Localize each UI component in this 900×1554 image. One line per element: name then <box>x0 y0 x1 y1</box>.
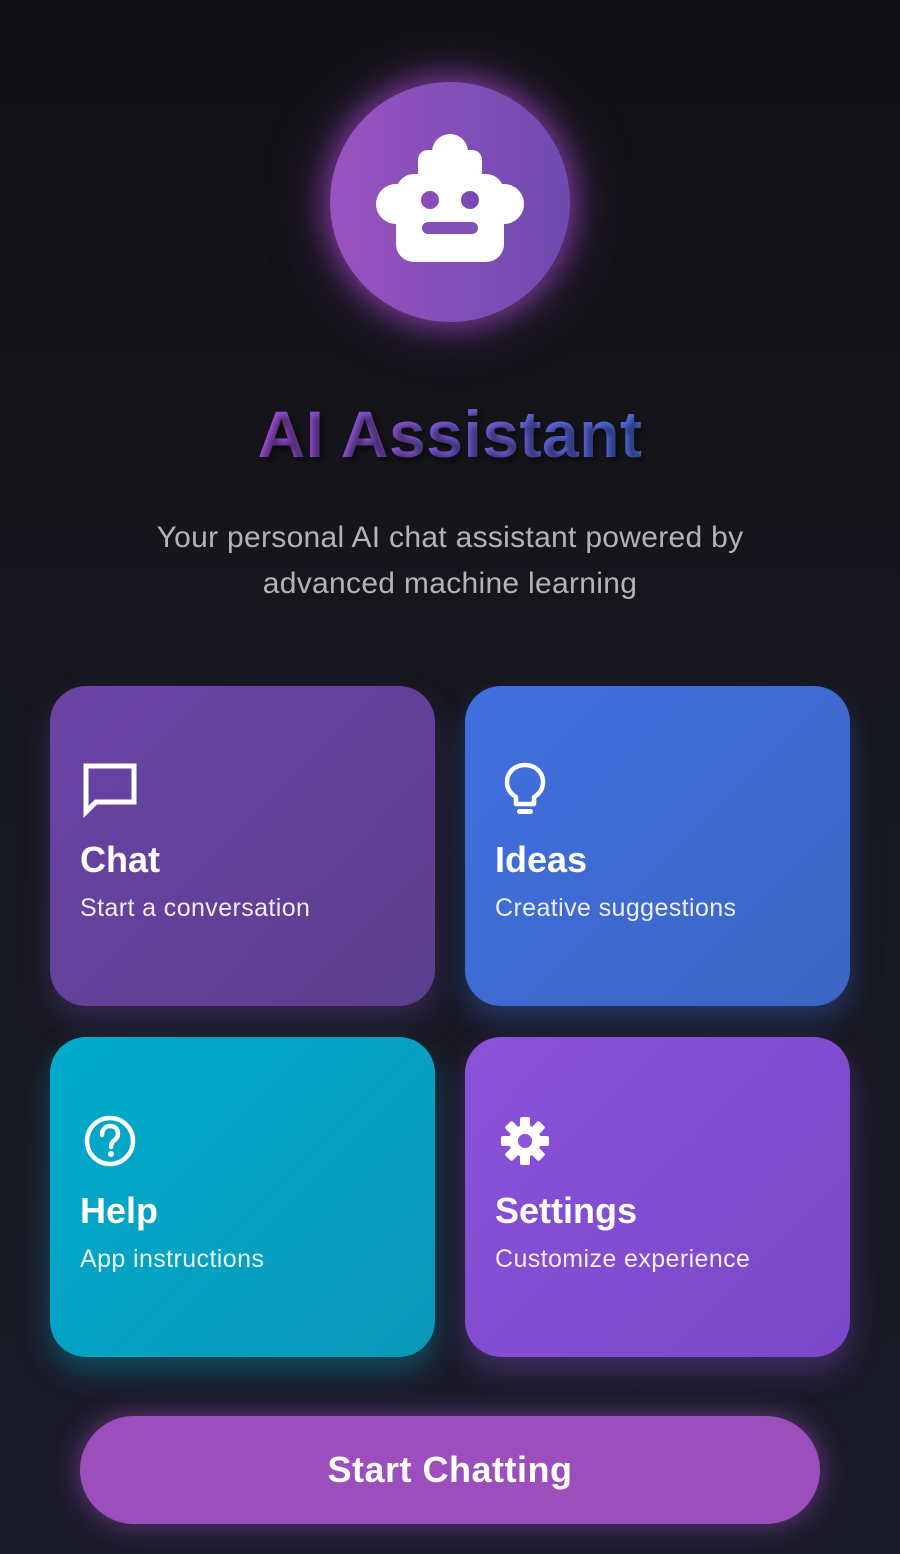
settings-card-title: Settings <box>495 1190 638 1231</box>
chat-bubble-icon <box>83 763 137 819</box>
app-subtitle: Your personal AI chat assistant powered … <box>156 521 744 600</box>
welcome-screen: AI Assistant Your personal AI chat assis… <box>0 0 900 1554</box>
ideas-card[interactable]: Ideas Creative suggestions <box>465 686 850 1006</box>
settings-card-subtitle: Customize experience <box>495 1245 751 1273</box>
start-chatting-button[interactable]: Start Chatting <box>80 1416 820 1524</box>
chat-card-subtitle: Start a conversation <box>80 894 311 922</box>
chat-card-title: Chat <box>80 839 160 880</box>
help-card[interactable]: Help App instructions <box>50 1037 435 1357</box>
lightbulb-icon <box>504 762 546 814</box>
robot-icon <box>376 134 524 262</box>
ideas-card-subtitle: Creative suggestions <box>495 894 737 922</box>
chat-card[interactable]: Chat Start a conversation <box>50 686 435 1006</box>
help-circle-icon <box>84 1115 136 1167</box>
gear-icon <box>501 1117 549 1165</box>
app-logo <box>330 82 570 322</box>
ideas-card-title: Ideas <box>495 839 588 880</box>
help-card-title: Help <box>80 1190 159 1231</box>
help-card-subtitle: App instructions <box>80 1245 265 1273</box>
app-title: AI Assistant <box>257 397 643 471</box>
settings-card[interactable]: Settings Customize experience <box>465 1037 850 1357</box>
